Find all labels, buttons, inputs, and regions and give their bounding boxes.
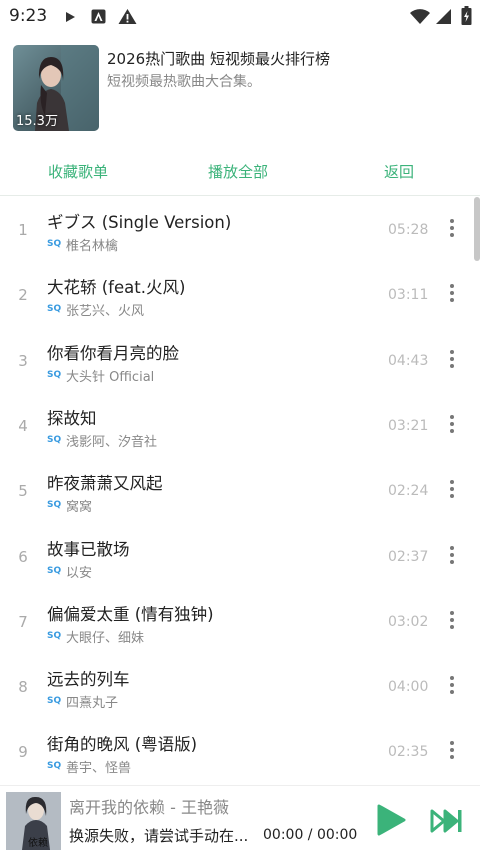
song-duration: 03:21 xyxy=(388,417,429,434)
song-row[interactable]: 6 故事已散场 SQ 以安 02:37 xyxy=(0,524,470,589)
mini-player[interactable]: 依赖 离开我的依赖 - 王艳薇 换源失败，请尝试手动在... 00:00 / 0… xyxy=(0,785,480,854)
song-artist: 大眼仔、细妹 xyxy=(66,630,145,646)
song-index: 4 xyxy=(18,416,28,435)
play-count: 15.3万 xyxy=(16,114,58,129)
play-store-icon xyxy=(66,12,75,22)
song-index: 5 xyxy=(18,482,28,501)
playlist-title: 2026热门歌曲 短视频最火排行榜 xyxy=(107,50,330,68)
song-duration: 02:24 xyxy=(388,483,429,500)
more-vertical-icon[interactable] xyxy=(444,478,460,502)
song-title: 偏偏爱太重 (情有独钟) xyxy=(47,604,214,624)
song-title: 昨夜萧萧又风起 xyxy=(47,474,163,494)
more-vertical-icon[interactable] xyxy=(444,282,460,306)
song-artist: 善宇、怪兽 xyxy=(66,761,132,777)
song-duration: 03:02 xyxy=(388,613,429,630)
sq-badge: SQ xyxy=(47,369,62,380)
status-time: 9:23 xyxy=(9,6,48,26)
song-list[interactable]: 1 ギブス (Single Version) SQ 椎名林檎 05:28 2 大花轿 (fe… xyxy=(0,197,470,785)
song-row[interactable]: 3 你看你看月亮的脸 SQ 大头针 Official 04:43 xyxy=(0,328,470,393)
sq-badge: SQ xyxy=(47,304,62,315)
song-index: 3 xyxy=(18,351,28,370)
song-index: 1 xyxy=(18,221,28,239)
action-bar: 收藏歌单 播放全部 返回 xyxy=(0,152,480,190)
playback-time: 00:00 / 00:00 xyxy=(263,827,358,843)
song-index: 7 xyxy=(18,612,28,631)
song-duration: 05:28 xyxy=(388,222,429,238)
song-row[interactable]: 2 大花轿 (feat.火风) SQ 张艺兴、火风 03:11 xyxy=(0,262,470,327)
battery-icon xyxy=(461,6,472,25)
song-row[interactable]: 4 探故知 SQ 浅影阿、汐音社 03:21 xyxy=(0,393,470,458)
song-artist: 浅影阿、汐音社 xyxy=(66,434,158,450)
playlist-cover: 15.3万 xyxy=(13,45,99,131)
back-button[interactable]: 返回 xyxy=(384,161,414,182)
song-duration: 04:43 xyxy=(388,352,429,369)
now-playing-song[interactable]: 离开我的依赖 - 王艳薇 xyxy=(69,794,229,818)
song-row[interactable]: 5 昨夜萧萧又风起 SQ 窝窝 02:24 xyxy=(0,458,470,523)
favorite-playlist-button[interactable]: 收藏歌单 xyxy=(48,161,108,182)
play-icon[interactable] xyxy=(376,804,406,836)
divider xyxy=(0,195,480,196)
song-row[interactable]: 8 远去的列车 SQ 四熹丸子 04:00 xyxy=(0,654,470,719)
song-title: 远去的列车 xyxy=(47,670,130,690)
now-playing-cover-text: 依赖 xyxy=(28,838,48,849)
song-index: 6 xyxy=(18,547,28,566)
song-artist: 椎名林檎 xyxy=(66,239,119,254)
song-title: 你看你看月亮的脸 xyxy=(47,343,179,363)
song-index: 2 xyxy=(18,286,28,305)
status-bar: 9:23 xyxy=(0,0,480,34)
more-vertical-icon[interactable] xyxy=(444,217,460,241)
signal-icon xyxy=(436,9,451,24)
song-title: 探故知 xyxy=(47,408,97,428)
more-vertical-icon[interactable] xyxy=(444,674,460,698)
sq-badge: SQ xyxy=(47,696,62,707)
sq-badge: SQ xyxy=(47,500,62,511)
more-vertical-icon[interactable] xyxy=(444,544,460,568)
skip-next-icon[interactable] xyxy=(430,808,464,834)
song-duration: 03:11 xyxy=(388,287,429,304)
now-playing-cover[interactable]: 依赖 xyxy=(6,792,61,850)
sq-badge: SQ xyxy=(47,565,62,576)
more-vertical-icon[interactable] xyxy=(444,413,460,437)
sq-badge: SQ xyxy=(47,761,62,772)
song-title: ギブス (Single Version) xyxy=(47,213,232,232)
play-all-button[interactable]: 播放全部 xyxy=(208,161,268,182)
song-artist: 张艺兴、火风 xyxy=(66,304,145,320)
song-index: 8 xyxy=(18,678,28,697)
sq-badge: SQ xyxy=(47,630,62,641)
more-vertical-icon[interactable] xyxy=(444,739,460,763)
font-icon xyxy=(91,9,106,24)
playlist-subtitle: 短视频最热歌曲大合集。 xyxy=(107,74,261,90)
sq-badge: SQ xyxy=(47,434,62,445)
warning-icon xyxy=(118,9,137,24)
more-vertical-icon[interactable] xyxy=(444,348,460,372)
sq-badge: SQ xyxy=(47,239,62,249)
scrollbar[interactable] xyxy=(474,197,480,261)
song-artist: 窝窝 xyxy=(66,500,93,516)
song-duration: 04:00 xyxy=(388,679,429,696)
song-index: 9 xyxy=(18,743,28,762)
song-row[interactable]: 1 ギブス (Single Version) SQ 椎名林檎 05:28 xyxy=(0,197,470,262)
song-row[interactable]: 7 偏偏爱太重 (情有独钟) SQ 大眼仔、细妹 03:02 xyxy=(0,589,470,654)
song-artist: 大头针 Official xyxy=(66,369,155,385)
song-duration: 02:35 xyxy=(388,744,429,761)
now-playing-status: 换源失败，请尝试手动在... xyxy=(69,827,249,845)
song-duration: 02:37 xyxy=(388,548,429,565)
wifi-icon xyxy=(410,9,430,24)
song-title: 街角的晚风 (粤语版) xyxy=(47,735,198,755)
song-title: 大花轿 (feat.火风) xyxy=(47,278,186,298)
song-artist: 以安 xyxy=(66,565,93,581)
song-artist: 四熹丸子 xyxy=(66,696,119,712)
song-title: 故事已散场 xyxy=(47,539,130,559)
more-vertical-icon[interactable] xyxy=(444,609,460,633)
song-row[interactable]: 9 街角的晚风 (粤语版) SQ 善宇、怪兽 02:35 xyxy=(0,719,470,784)
